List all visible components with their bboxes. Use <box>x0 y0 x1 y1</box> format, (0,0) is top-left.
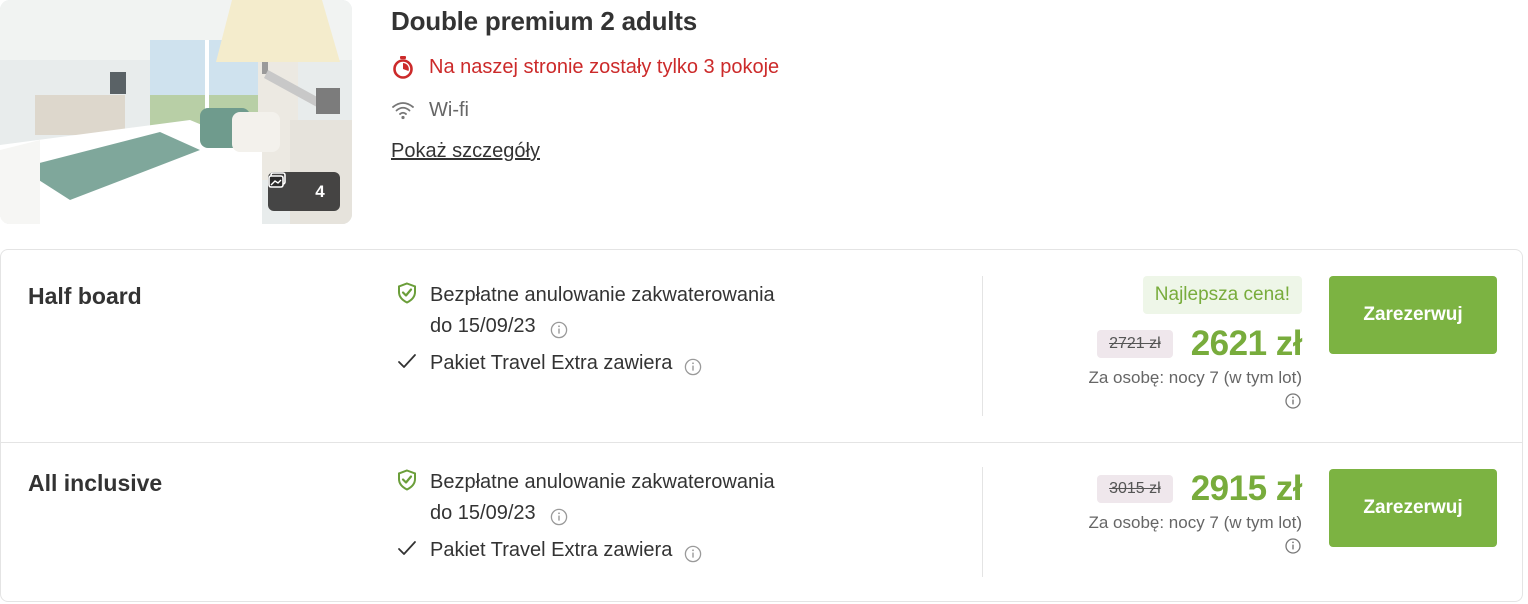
room-amenity: Wi-fi <box>391 98 469 122</box>
gallery-icon <box>268 172 301 200</box>
offer-row: All inclusive Bezpłatne anulowanie zakwa… <box>1 443 1522 601</box>
photo-count-badge[interactable]: 4 <box>268 172 340 211</box>
shield-check-icon <box>396 469 418 491</box>
board-name: Half board <box>28 283 142 309</box>
free-cancellation: Bezpłatne anulowanie zakwaterowania do 1… <box>396 280 956 342</box>
divider <box>982 276 983 416</box>
room-availability-alert: Na naszej stronie zostały tylko 3 pokoje <box>391 55 779 79</box>
current-price: 2915 zł <box>1190 469 1303 508</box>
offer-benefits: Bezpłatne anulowanie zakwaterowania do 1… <box>396 467 956 566</box>
show-details-link[interactable]: Pokaż szczegóły <box>391 140 540 163</box>
current-price: 2621 zł <box>1190 324 1303 363</box>
shield-check-icon <box>396 282 418 304</box>
stopwatch-icon <box>391 55 415 79</box>
info-icon[interactable] <box>1284 537 1302 555</box>
cancellation-date: do 15/09/23 <box>430 502 536 524</box>
board-offers: Half board Bezpłatne anulowanie zakwater… <box>0 249 1523 602</box>
info-icon[interactable] <box>684 355 702 375</box>
checkmark-icon <box>396 537 418 559</box>
divider <box>982 467 983 577</box>
travel-extra-package: Pakiet Travel Extra zawiera <box>396 348 956 379</box>
price-block: 3015 zł 2915 zł Za osobę: nocy 7 (w tym … <box>1042 469 1303 555</box>
info-icon[interactable] <box>550 505 568 525</box>
package-text: Pakiet Travel Extra zawiera <box>430 352 673 374</box>
room-availability-text: Na naszej stronie zostały tylko 3 pokoje <box>429 55 780 78</box>
cancellation-text: Bezpłatne anulowanie zakwaterowania <box>430 471 775 493</box>
old-price: 3015 zł <box>1097 475 1173 503</box>
old-price: 2721 zł <box>1097 330 1173 358</box>
offer-row: Half board Bezpłatne anulowanie zakwater… <box>1 250 1522 443</box>
wifi-icon <box>391 98 415 122</box>
cancellation-date: do 15/09/23 <box>430 315 536 337</box>
offer-benefits: Bezpłatne anulowanie zakwaterowania do 1… <box>396 280 956 379</box>
price-note: Za osobę: nocy 7 (w tym lot) <box>1088 368 1302 387</box>
room-header: 4 Double premium 2 adults Na naszej stro… <box>0 0 1528 230</box>
package-text: Pakiet Travel Extra zawiera <box>430 539 673 561</box>
photo-count: 4 <box>315 181 325 201</box>
book-button[interactable]: Zarezerwuj <box>1329 469 1497 547</box>
amenity-label: Wi-fi <box>429 98 469 121</box>
price-block: Najlepsza cena! 2721 zł 2621 zł Za osobę… <box>1042 276 1303 410</box>
checkmark-icon <box>396 350 418 372</box>
cancellation-text: Bezpłatne anulowanie zakwaterowania <box>430 284 775 306</box>
free-cancellation: Bezpłatne anulowanie zakwaterowania do 1… <box>396 467 956 529</box>
info-icon[interactable] <box>684 542 702 562</box>
price-note: Za osobę: nocy 7 (w tym lot) <box>1088 513 1302 532</box>
best-price-badge: Najlepsza cena! <box>1142 276 1302 314</box>
info-icon[interactable] <box>550 318 568 338</box>
room-photo[interactable]: 4 <box>0 0 352 224</box>
book-button[interactable]: Zarezerwuj <box>1329 276 1497 354</box>
info-icon[interactable] <box>1284 392 1302 410</box>
room-title: Double premium 2 adults <box>391 6 698 36</box>
board-name: All inclusive <box>28 470 163 496</box>
travel-extra-package: Pakiet Travel Extra zawiera <box>396 535 956 566</box>
